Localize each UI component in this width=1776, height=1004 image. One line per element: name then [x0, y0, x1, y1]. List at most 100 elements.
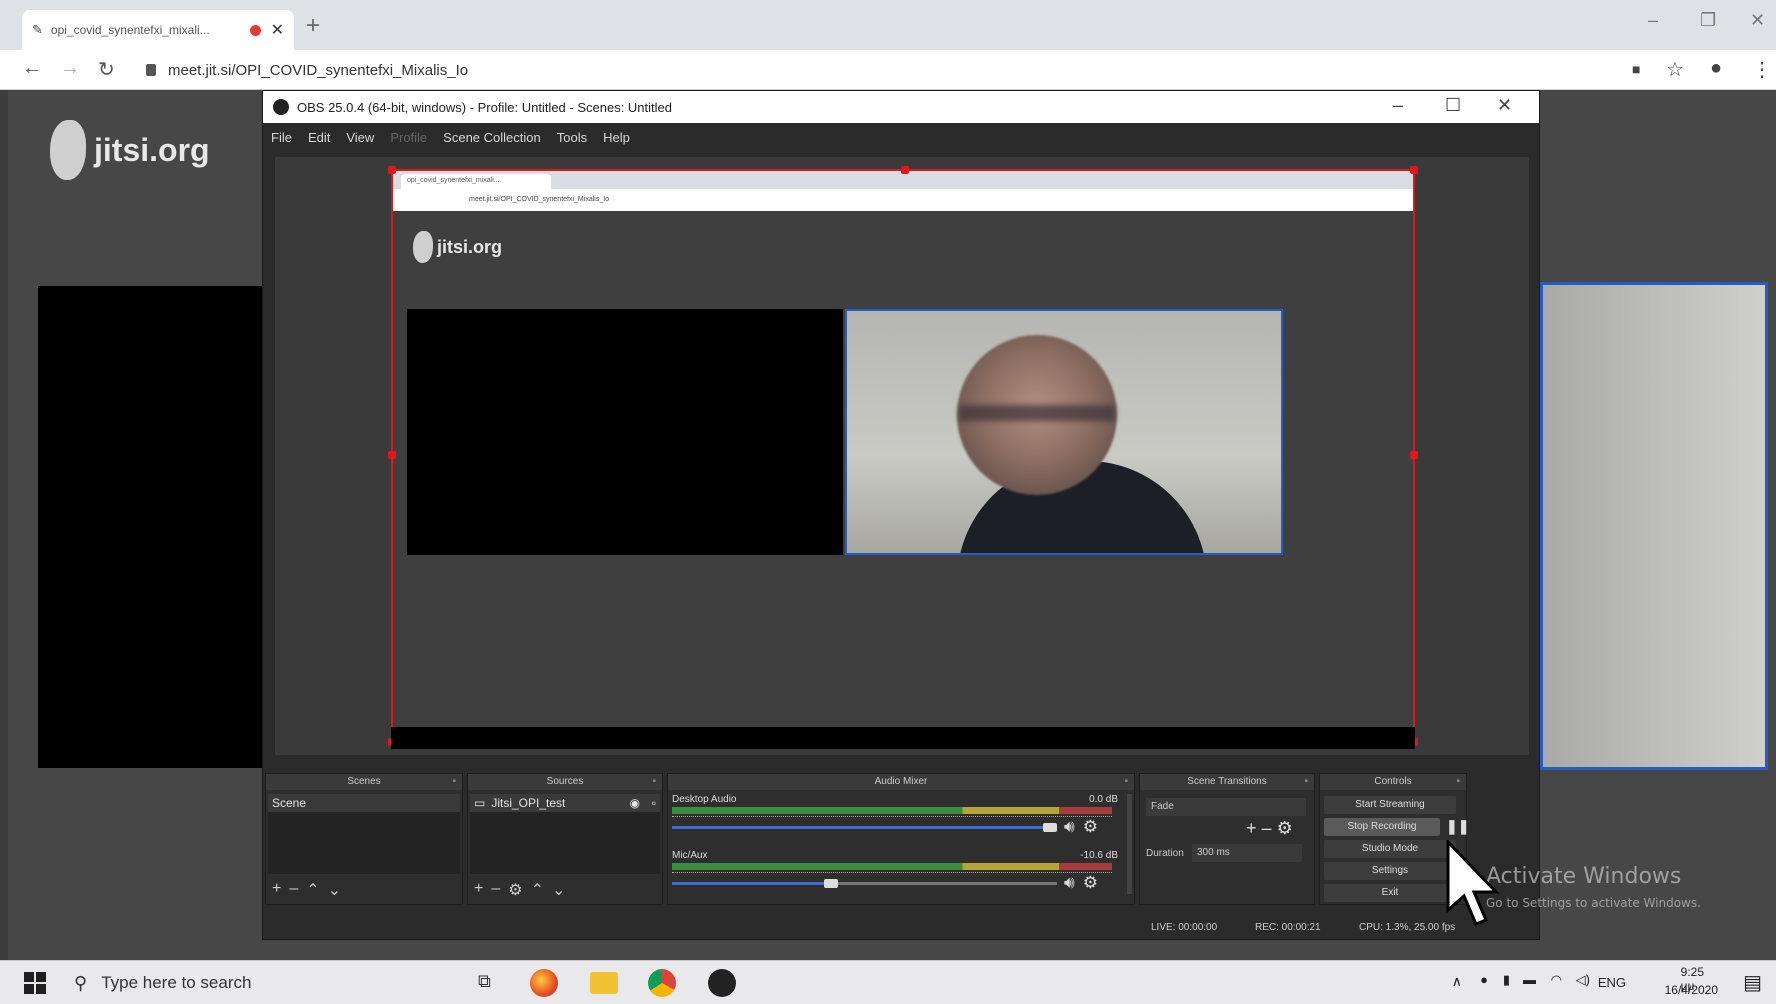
profile-icon[interactable]: ●: [1710, 57, 1722, 80]
obs-tray-icon[interactable]: ●: [1480, 972, 1488, 987]
taskbar-search[interactable]: ⚲ Type here to search: [62, 961, 442, 1004]
lock-icon[interactable]: ▫: [652, 796, 656, 810]
menu-view[interactable]: View: [346, 130, 374, 145]
notifications-icon[interactable]: ▤: [1743, 970, 1762, 995]
move-up-icon[interactable]: ⌃: [531, 880, 544, 900]
menu-file[interactable]: File: [271, 130, 292, 145]
obs-menubar: File Edit View Profile Scene Collection …: [263, 123, 1539, 151]
menu-edit[interactable]: Edit: [308, 130, 330, 145]
preview-letterbox: [391, 727, 1415, 749]
remote-video-tile[interactable]: [38, 286, 270, 768]
transition-select[interactable]: Fade: [1146, 798, 1306, 816]
add-icon[interactable]: +: [1246, 818, 1257, 838]
stop-recording-button[interactable]: Stop Recording: [1324, 818, 1440, 836]
obs-logo-icon: [273, 99, 289, 115]
input-language[interactable]: ENG: [1598, 975, 1626, 990]
start-streaming-button[interactable]: Start Streaming: [1324, 796, 1456, 814]
restore-icon[interactable]: ❐: [1700, 10, 1716, 31]
scene-item[interactable]: Scene: [268, 794, 460, 812]
volume-slider[interactable]: [672, 879, 1057, 888]
studio-mode-button[interactable]: Studio Mode: [1324, 840, 1456, 858]
dock-float-icon[interactable]: ▪: [652, 774, 656, 790]
obs-window: OBS 25.0.4 (64-bit, windows) - Profile: …: [262, 90, 1540, 940]
volume-knob[interactable]: [1043, 823, 1057, 832]
move-down-icon[interactable]: ⌄: [552, 880, 565, 900]
resize-handle[interactable]: [388, 166, 396, 174]
resize-handle[interactable]: [388, 451, 396, 459]
pause-icon[interactable]: ❚❚: [1446, 818, 1469, 835]
captured-tab: opi_covid_synentefxi_mixali...: [401, 174, 551, 189]
dock-float-icon[interactable]: ▪: [1456, 774, 1460, 790]
clock-date[interactable]: 16/4/2020: [1665, 983, 1718, 997]
obs-close-icon[interactable]: ✕: [1497, 95, 1512, 116]
back-icon[interactable]: ←: [22, 57, 42, 80]
minimize-icon[interactable]: –: [1648, 10, 1658, 31]
add-icon[interactable]: +: [474, 880, 483, 900]
volume-knob[interactable]: [823, 879, 838, 888]
microphone-icon[interactable]: ▮: [1503, 972, 1510, 988]
firefox-icon[interactable]: [530, 969, 558, 997]
task-view-icon[interactable]: ⧉: [478, 971, 491, 992]
chrome-icon[interactable]: [648, 969, 676, 997]
window-source-icon: ▭: [474, 796, 486, 810]
resize-handle[interactable]: [1410, 451, 1418, 459]
jitsi-logo: jitsi.org: [50, 120, 210, 180]
transitions-title: Scene Transitions: [1187, 776, 1267, 787]
remove-icon[interactable]: –: [1262, 818, 1272, 838]
move-down-icon[interactable]: ⌄: [328, 880, 341, 900]
gear-icon[interactable]: ⚙: [1083, 873, 1098, 893]
add-icon[interactable]: +: [272, 880, 281, 900]
remove-icon[interactable]: –: [491, 880, 500, 900]
tray-expand-icon[interactable]: ∧: [1452, 973, 1462, 990]
gear-icon[interactable]: ⚙: [1083, 817, 1098, 837]
menu-profile[interactable]: Profile: [390, 130, 427, 145]
obs-maximize-icon[interactable]: ☐: [1445, 95, 1461, 116]
resize-handle[interactable]: [1410, 166, 1418, 174]
scenes-title: Scenes: [347, 776, 381, 787]
mixer-scrollbar[interactable]: [1127, 794, 1132, 894]
settings-button[interactable]: Settings: [1324, 862, 1456, 880]
wifi-icon[interactable]: ◠: [1551, 972, 1562, 988]
resize-handle[interactable]: [901, 166, 909, 174]
exit-button[interactable]: Exit: [1324, 884, 1456, 902]
forward-icon[interactable]: →: [60, 57, 80, 80]
obs-titlebar: OBS 25.0.4 (64-bit, windows) - Profile: …: [263, 91, 1539, 123]
camera-icon[interactable]: ■: [1632, 61, 1640, 77]
volume-icon[interactable]: ◁): [1576, 972, 1590, 988]
windows-start-icon[interactable]: [24, 972, 46, 994]
battery-icon[interactable]: ▬: [1523, 972, 1536, 987]
remove-icon[interactable]: –: [289, 880, 298, 900]
speaker-icon[interactable]: 🔊︎: [1064, 817, 1075, 837]
move-up-icon[interactable]: ⌃: [306, 880, 319, 900]
meter-ticks: [672, 816, 1112, 822]
dock-float-icon[interactable]: ▪: [1124, 774, 1128, 790]
menu-scene-collection[interactable]: Scene Collection: [443, 130, 541, 145]
obs-preview[interactable]: opi_covid_synentefxi_mixali... meet.jit.…: [275, 157, 1529, 755]
visibility-eye-icon[interactable]: ◉: [630, 796, 640, 810]
dock-float-icon[interactable]: ▪: [1304, 774, 1308, 790]
new-tab-button[interactable]: +: [306, 12, 320, 40]
duration-input[interactable]: 300 ms: [1192, 844, 1302, 862]
reload-icon[interactable]: ↻: [98, 57, 115, 82]
file-explorer-icon[interactable]: [590, 972, 618, 994]
obs-minimize-icon[interactable]: –: [1393, 95, 1403, 116]
browser-tab[interactable]: ✎ opi_covid_synentefxi_mixali... ✕: [22, 10, 294, 50]
dock-float-icon[interactable]: ▪: [452, 774, 456, 790]
source-item[interactable]: ▭ Jitsi_OPI_test ◉ ▫: [470, 794, 660, 812]
menu-help[interactable]: Help: [603, 130, 630, 145]
gear-icon[interactable]: ⚙: [508, 880, 522, 900]
bookmark-star-icon[interactable]: ☆: [1666, 57, 1684, 82]
local-video-tile[interactable]: [1540, 282, 1768, 770]
captured-window-source[interactable]: opi_covid_synentefxi_mixali... meet.jit.…: [388, 166, 1418, 747]
close-tab-icon[interactable]: ✕: [271, 20, 284, 40]
obs-taskbar-icon[interactable]: [708, 969, 736, 997]
close-window-icon[interactable]: ✕: [1750, 10, 1765, 31]
menu-icon[interactable]: ⋮: [1752, 57, 1772, 82]
address-bar[interactable]: meet.jit.si/OPI_COVID_synentefxi_Mixalis…: [146, 58, 468, 82]
gear-icon[interactable]: ⚙: [1277, 818, 1293, 838]
speaker-icon[interactable]: 🔊︎: [1064, 873, 1075, 893]
captured-address-bar: meet.jit.si/OPI_COVID_synentefxi_Mixalis…: [393, 189, 1413, 211]
volume-slider[interactable]: [672, 823, 1057, 832]
menu-tools[interactable]: Tools: [557, 130, 587, 145]
scenes-list: Scene: [268, 794, 460, 874]
